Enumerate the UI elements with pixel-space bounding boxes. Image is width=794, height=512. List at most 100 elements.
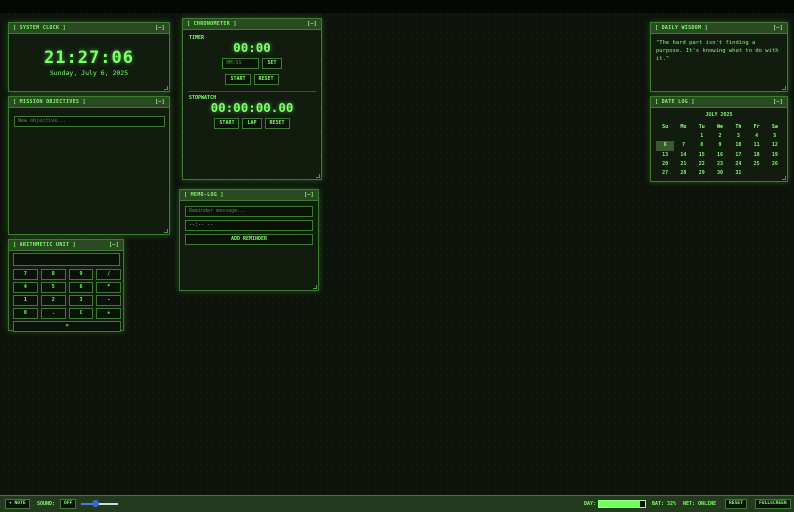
calc-key-equals[interactable]: = — [13, 321, 122, 332]
calc-key-3[interactable]: 3 — [68, 295, 94, 306]
mission-objectives-panel: [ MISSION OBJECTIVES ] [–] New objective… — [8, 96, 170, 235]
reminder-time-input[interactable]: --:-- -- — [185, 220, 313, 231]
timer-reset-button[interactable]: RESET — [253, 74, 279, 85]
calc-key-clear[interactable]: C — [68, 308, 94, 319]
reminder-message-input[interactable]: Reminder message... — [185, 206, 313, 217]
calendar-day[interactable]: 12 — [766, 141, 784, 150]
calc-key-decimal[interactable]: . — [40, 308, 66, 319]
calc-key-2[interactable]: 2 — [40, 295, 66, 306]
resize-handle[interactable] — [782, 86, 786, 90]
resize-handle[interactable] — [782, 176, 786, 180]
calc-key-1[interactable]: 1 — [13, 295, 38, 306]
calendar-day[interactable]: 18 — [747, 151, 765, 160]
timer-set-button[interactable]: SET — [262, 58, 282, 69]
calendar-day[interactable]: 5 — [766, 132, 784, 141]
new-objective-input[interactable]: New objective... — [14, 116, 165, 127]
calc-key-divide[interactable]: / — [96, 269, 122, 280]
timer-controls: START RESET — [183, 74, 321, 85]
calendar-day[interactable]: 16 — [711, 151, 729, 160]
calendar-day[interactable]: 31 — [729, 169, 747, 178]
minimize-button[interactable]: [–] — [773, 25, 783, 31]
calendar-day[interactable]: 21 — [674, 160, 692, 169]
calendar-day[interactable]: 28 — [674, 169, 692, 178]
calendar-day[interactable]: 13 — [656, 151, 674, 160]
calendar-day[interactable]: 11 — [747, 141, 765, 150]
calendar-day[interactable]: 29 — [693, 169, 711, 178]
calc-key-subtract[interactable]: - — [96, 295, 122, 306]
calendar-day[interactable]: 20 — [656, 160, 674, 169]
reset-button[interactable]: RESET — [725, 499, 747, 509]
arithmetic-unit-title: [ ARITHMETIC UNIT ] — [13, 242, 76, 248]
calc-key-5[interactable]: 5 — [40, 282, 66, 293]
sound-toggle-button[interactable]: OFF — [60, 499, 77, 509]
calendar-day[interactable]: 2 — [711, 132, 729, 141]
calendar-day[interactable]: 7 — [674, 141, 692, 150]
daily-wisdom-titlebar[interactable]: [ DAILY WISDOM ] [–] — [651, 23, 787, 34]
minimize-button[interactable]: [–] — [773, 99, 783, 105]
volume-slider-knob[interactable] — [92, 500, 100, 507]
stopwatch-reset-button[interactable]: RESET — [264, 118, 290, 129]
arithmetic-unit-titlebar[interactable]: [ ARITHMETIC UNIT ] [–] — [9, 240, 123, 251]
minimize-button[interactable]: [–] — [109, 242, 119, 248]
mission-objectives-titlebar[interactable]: [ MISSION OBJECTIVES ] [–] — [9, 97, 169, 108]
calendar-day[interactable]: 4 — [747, 132, 765, 141]
calendar-day[interactable]: 25 — [747, 160, 765, 169]
timer-start-button[interactable]: START — [225, 74, 251, 85]
calendar-day[interactable]: 10 — [729, 141, 747, 150]
resize-handle[interactable] — [164, 86, 168, 90]
calendar-day-today[interactable]: 6 — [656, 141, 675, 151]
calendar-day[interactable]: 8 — [693, 141, 711, 150]
system-clock-titlebar[interactable]: [ SYSTEM CLOCK ] [–] — [9, 23, 169, 34]
add-note-button[interactable]: + NOTE — [5, 499, 30, 509]
calc-key-7[interactable]: 7 — [13, 269, 38, 280]
memo-log-titlebar[interactable]: [ MEMO-LOG ] [–] — [180, 190, 318, 201]
calendar-day[interactable]: 3 — [729, 132, 747, 141]
calendar-day[interactable]: 30 — [711, 169, 729, 178]
calc-key-8[interactable]: 8 — [40, 269, 66, 280]
minimize-button[interactable]: [–] — [304, 192, 314, 198]
chronometer-titlebar[interactable]: [ CHRONOMETER ] [–] — [183, 19, 321, 30]
calc-key-6[interactable]: 6 — [68, 282, 94, 293]
daily-wisdom-panel: [ DAILY WISDOM ] [–] "The hard part isn'… — [650, 22, 788, 92]
calc-key-0[interactable]: 0 — [13, 308, 38, 319]
divider — [188, 91, 316, 92]
resize-handle[interactable] — [313, 285, 317, 289]
minimize-button[interactable]: [–] — [155, 99, 165, 105]
calendar-day[interactable]: 27 — [656, 169, 674, 178]
calendar-day[interactable]: 17 — [729, 151, 747, 160]
calendar-day[interactable]: 9 — [711, 141, 729, 150]
calendar-day[interactable]: 15 — [693, 151, 711, 160]
stopwatch-lap-button[interactable]: LAP — [242, 118, 262, 129]
calc-key-4[interactable]: 4 — [13, 282, 38, 293]
stopwatch-start-button[interactable]: START — [214, 118, 240, 129]
volume-slider[interactable] — [81, 500, 118, 507]
calc-key-multiply[interactable]: * — [96, 282, 122, 293]
resize-handle[interactable] — [164, 229, 168, 233]
weekday-header: We — [717, 124, 724, 130]
calendar-day[interactable]: 19 — [766, 151, 784, 160]
memo-log-panel: [ MEMO-LOG ] [–] Reminder message... --:… — [179, 189, 319, 291]
battery-status: BAT: 32% — [652, 501, 677, 507]
resize-handle[interactable] — [316, 174, 320, 178]
add-reminder-button[interactable]: ADD REMINDER — [185, 234, 313, 245]
calc-key-9[interactable]: 9 — [68, 269, 94, 280]
calendar-day[interactable]: 1 — [693, 132, 711, 141]
timer-input-row: MM:SS SET — [183, 58, 321, 69]
fullscreen-button[interactable]: FULLSCREEN — [755, 499, 791, 509]
day-progress-bar — [598, 500, 646, 508]
minimize-button[interactable]: [–] — [307, 21, 317, 27]
calendar-day[interactable]: 14 — [674, 151, 692, 160]
calendar-day[interactable]: 24 — [729, 160, 747, 169]
date-log-title: [ DATE LOG ] — [655, 99, 695, 105]
date-log-titlebar[interactable]: [ DATE LOG ] [–] — [651, 97, 787, 108]
calendar-day[interactable]: 23 — [711, 160, 729, 169]
top-bar — [0, 0, 794, 13]
weekday-header: Th — [735, 124, 742, 130]
calendar-day[interactable]: 26 — [766, 160, 784, 169]
stopwatch-controls: START LAP RESET — [183, 118, 321, 129]
calendar-day[interactable]: 22 — [693, 160, 711, 169]
timer-input[interactable]: MM:SS — [222, 58, 260, 69]
minimize-button[interactable]: [–] — [155, 25, 165, 31]
calc-key-add[interactable]: + — [96, 308, 122, 319]
system-clock-panel: [ SYSTEM CLOCK ] [–] 21:27:06 Sunday, Ju… — [8, 22, 170, 92]
